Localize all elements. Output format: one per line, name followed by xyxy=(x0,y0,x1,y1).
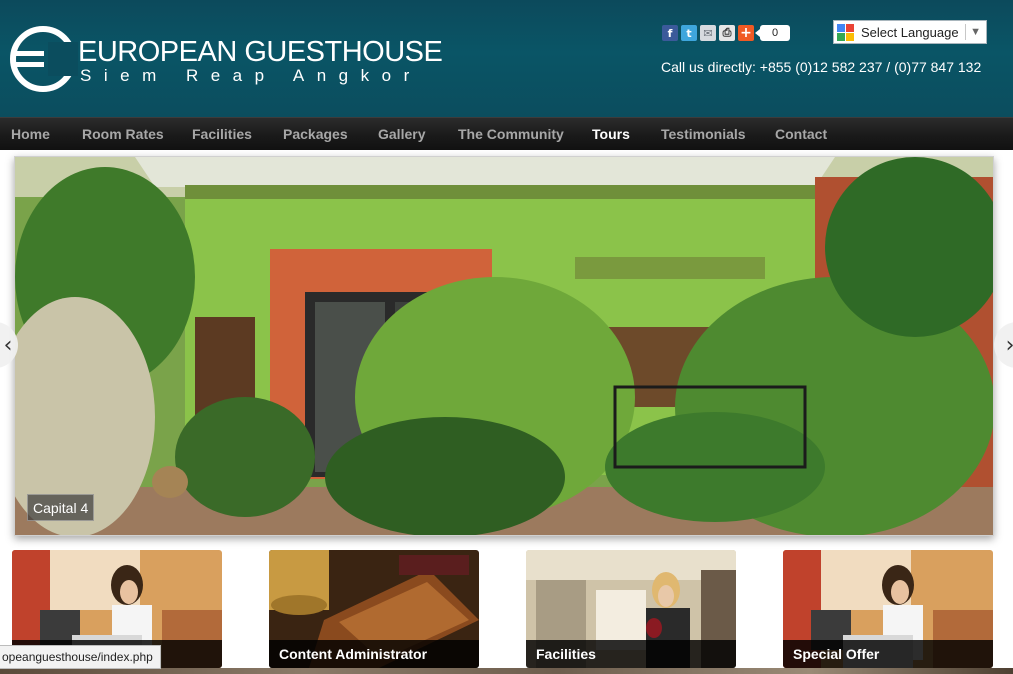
page: EUROPEAN GUESTHOUSE Siem Reap Angkor f t… xyxy=(0,0,1013,674)
share-count: 0 xyxy=(755,25,790,41)
language-select-divider xyxy=(965,24,966,40)
nav-item-contact[interactable]: Contact xyxy=(775,118,827,150)
chevron-down-icon[interactable]: ▼ xyxy=(970,26,981,38)
nav-item-gallery[interactable]: Gallery xyxy=(378,118,425,150)
share-toolbar: f t ✉ ⎙ + 0 xyxy=(662,24,790,42)
nav-item-room-rates[interactable]: Room Rates xyxy=(82,118,164,150)
email-icon[interactable]: ✉ xyxy=(700,25,716,41)
promo-tile-special-offer-label: Special Offer xyxy=(783,640,993,668)
promo-tile-facilities-label: Facilities xyxy=(526,640,736,668)
language-select-label: Select Language xyxy=(861,24,959,40)
phone-contact: Call us directly: +855 (0)12 582 237 / (… xyxy=(661,59,982,75)
brand-subtitle: Siem Reap Angkor xyxy=(80,66,422,85)
nav-item-packages[interactable]: Packages xyxy=(283,118,348,150)
brand-name[interactable]: EUROPEAN GUESTHOUSE xyxy=(78,36,443,69)
promo-tile-facilities[interactable]: Facilities xyxy=(526,550,736,668)
print-icon[interactable]: ⎙ xyxy=(719,25,735,41)
nav-item-testimonials[interactable]: Testimonials xyxy=(661,118,746,150)
addthis-plus-icon[interactable]: + xyxy=(738,25,754,41)
site-header: EUROPEAN GUESTHOUSE Siem Reap Angkor f t… xyxy=(0,0,1013,117)
language-select[interactable]: Select Language ▼ xyxy=(833,20,987,44)
promo-tile-special-offer[interactable]: Special Offer xyxy=(783,550,993,668)
slide-caption: Capital 4 xyxy=(27,494,95,521)
main-nav: Home Room Rates Facilities Packages Gall… xyxy=(0,117,1013,150)
promo-tile-content-administrator-label: Content Administrator xyxy=(269,640,479,668)
twitter-icon[interactable]: t xyxy=(681,25,697,41)
nav-item-tours[interactable]: Tours xyxy=(592,118,630,150)
chevron-right-icon[interactable]: › xyxy=(994,322,1013,368)
nav-item-the-community[interactable]: The Community xyxy=(458,118,564,150)
facebook-icon[interactable]: f xyxy=(662,25,678,41)
google-translate-icon xyxy=(837,23,854,41)
nav-item-home[interactable]: Home xyxy=(11,118,50,150)
hero-slide-image xyxy=(15,157,993,535)
promo-tile-content-administrator[interactable]: Content Administrator xyxy=(269,550,479,668)
hero-slider[interactable] xyxy=(14,156,994,536)
euro-logo-icon[interactable] xyxy=(8,24,78,94)
nav-item-facilities[interactable]: Facilities xyxy=(192,118,252,150)
browser-status-url: opeanguesthouse/index.php xyxy=(0,645,161,669)
